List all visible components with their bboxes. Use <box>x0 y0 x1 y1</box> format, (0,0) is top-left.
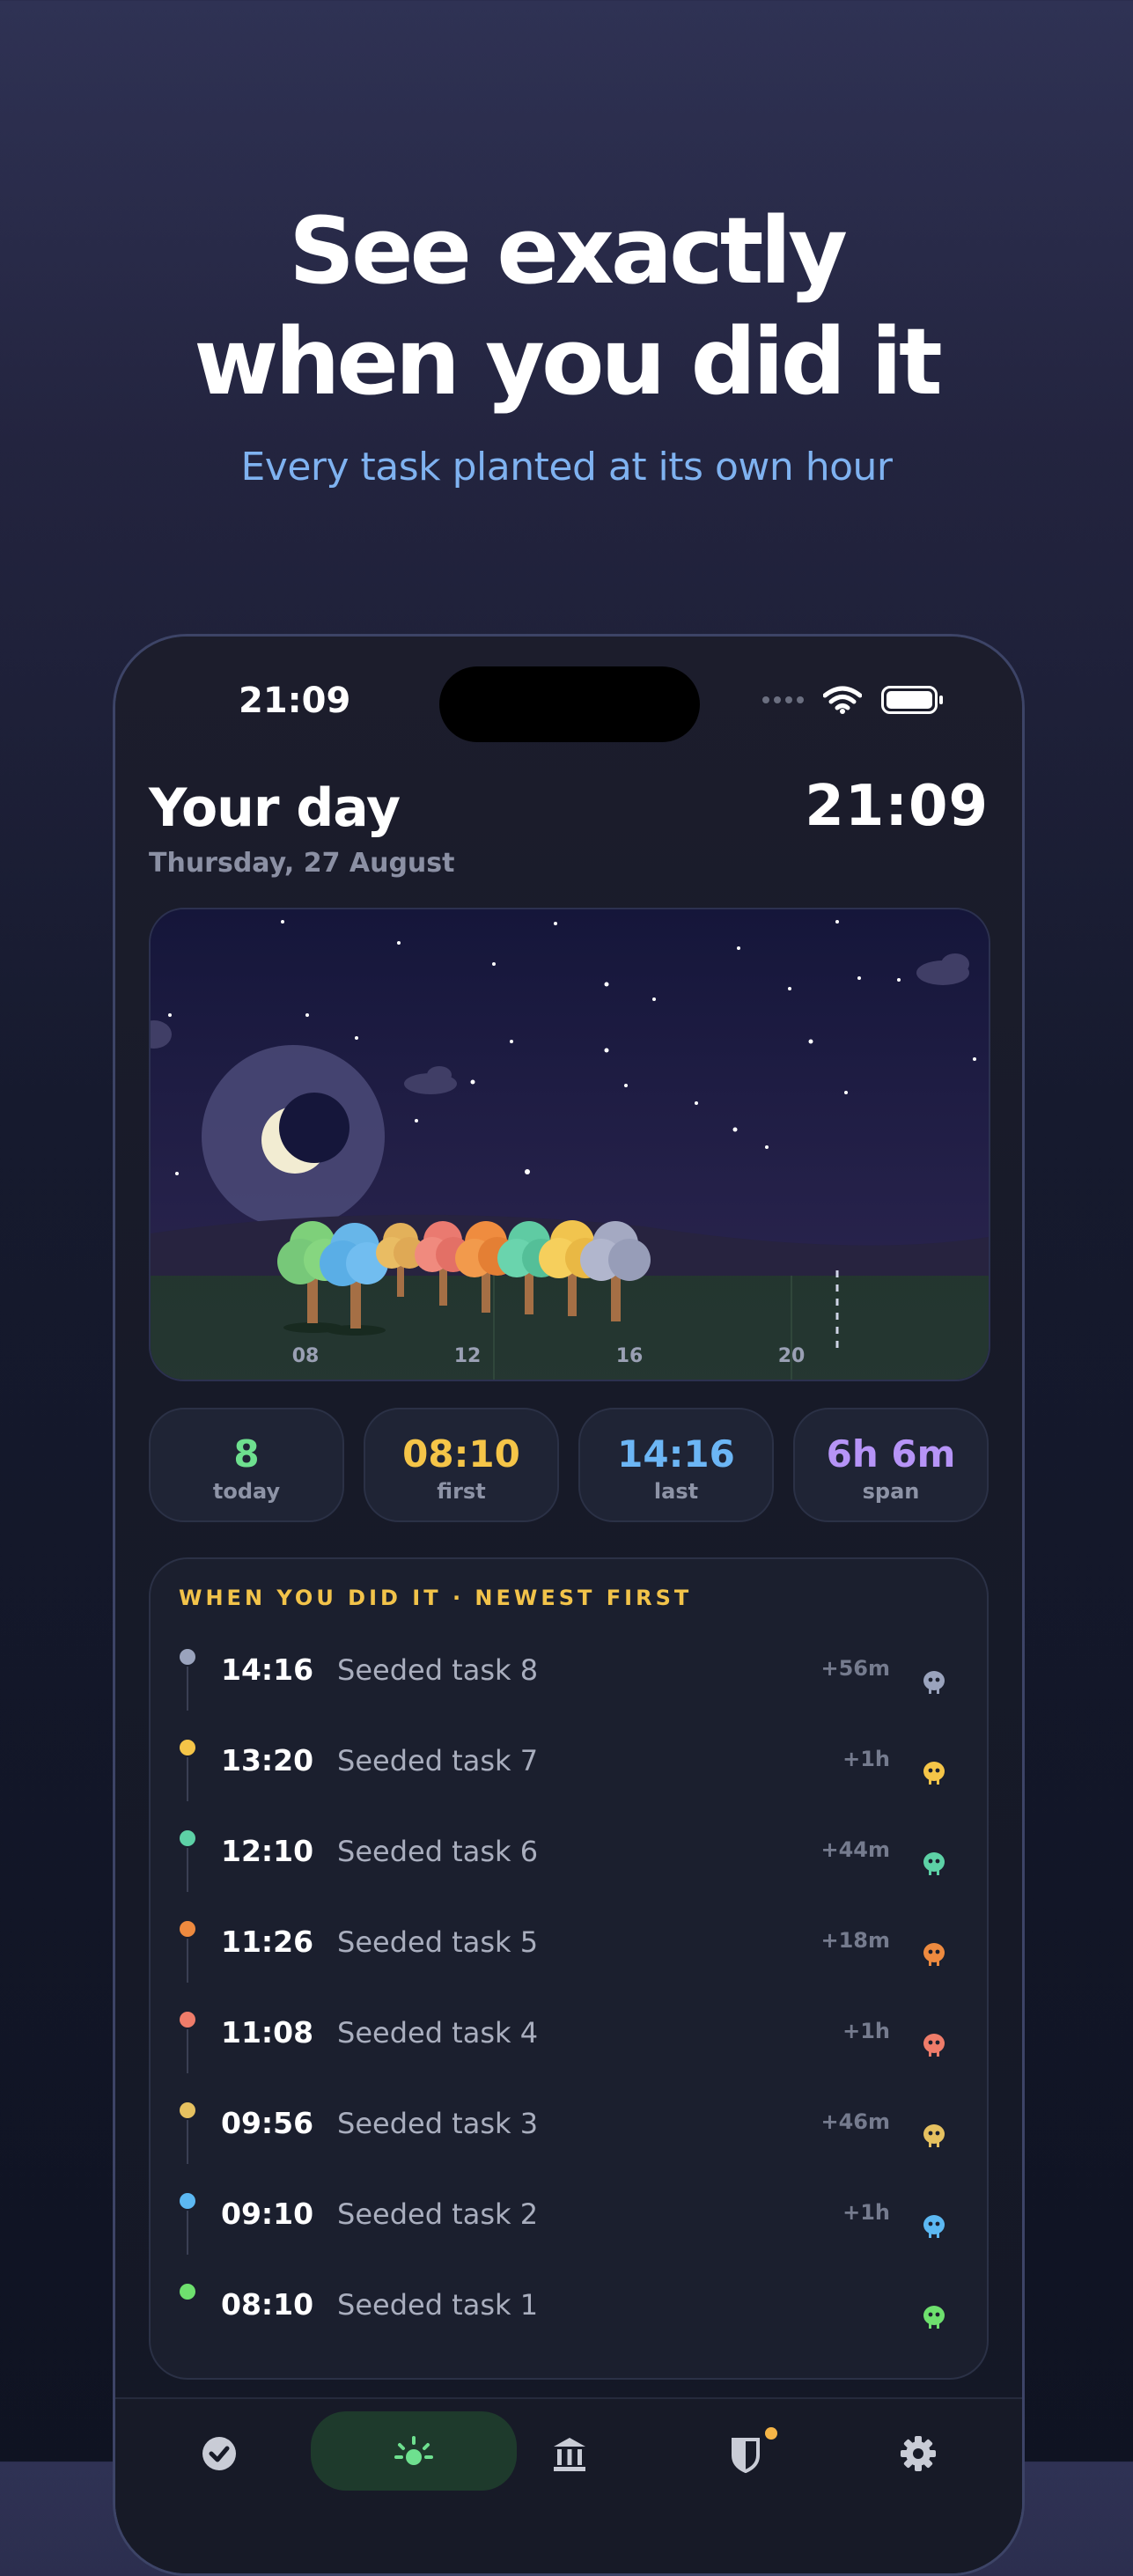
axis-label-12: 12 <box>454 1345 482 1367</box>
tab-bar <box>115 2397 1022 2573</box>
row-time: 09:10 <box>221 2197 314 2231</box>
row-label: Seeded task 2 <box>337 2197 539 2231</box>
stat-label: today <box>212 1479 281 1504</box>
timeline-stem <box>187 1757 188 1801</box>
museum-tab-icon[interactable] <box>550 2434 589 2473</box>
timeline-row[interactable]: 09:10 Seeded task 2 +1h <box>151 2184 987 2275</box>
page-title: Your day <box>149 777 401 839</box>
leaf-creature-icon <box>923 2306 945 2329</box>
timeline-card: WHEN YOU DID IT · NEWEST FIRST 14:16 Seed… <box>149 1557 989 2380</box>
stat-first[interactable]: 08:10 first <box>364 1408 559 1522</box>
stat-today[interactable]: 8 today <box>149 1408 344 1522</box>
timeline-dot <box>180 2102 195 2118</box>
timeline-stem <box>187 1667 188 1711</box>
timeline-row[interactable]: 09:56 Seeded task 3 +46m <box>151 2094 987 2184</box>
timeline-row[interactable]: 11:26 Seeded task 5 +18m <box>151 1912 987 2003</box>
row-label: Seeded task 8 <box>337 1653 539 1687</box>
cloud-creature-icon <box>923 1671 945 1694</box>
timeline-row[interactable]: 11:08 Seeded task 4 +1h <box>151 2003 987 2094</box>
row-label: Seeded task 3 <box>337 2107 539 2140</box>
row-delta: +1h <box>842 2019 890 2043</box>
shield-tab-icon[interactable] <box>726 2434 765 2473</box>
header-clock: 21:09 <box>805 774 989 839</box>
hero-title-line1: See exactly <box>289 197 848 305</box>
wifi-icon <box>823 686 862 714</box>
stat-last[interactable]: 14:16 last <box>578 1408 774 1522</box>
timeline-dot <box>180 1830 195 1846</box>
timeline-stem <box>187 2029 188 2073</box>
row-label: Seeded task 6 <box>337 1835 539 1868</box>
day-scene: 08 12 16 20 <box>149 908 990 1381</box>
timeline-row[interactable]: 13:20 Seeded task 7 +1h <box>151 1731 987 1822</box>
drop-creature-icon <box>923 2215 945 2238</box>
row-delta: +44m <box>820 1837 890 1862</box>
timeline-stem <box>187 2211 188 2255</box>
timeline-dot <box>180 2193 195 2209</box>
row-time: 11:08 <box>221 2015 314 2050</box>
stat-label: span <box>862 1479 920 1504</box>
row-label: Seeded task 7 <box>337 1744 539 1777</box>
sun-tab-icon[interactable] <box>394 2434 433 2473</box>
timeline-dot <box>180 2012 195 2028</box>
check-creature-icon <box>923 2034 945 2057</box>
timeline-stem <box>187 1939 188 1983</box>
timeline-row[interactable]: 14:16 Seeded task 8 +56m <box>151 1640 987 1731</box>
timeline-row[interactable]: 08:10 Seeded task 1 <box>151 2275 987 2366</box>
row-time: 12:10 <box>221 1834 314 1868</box>
timeline-dot <box>180 1740 195 1755</box>
timeline-title: WHEN YOU DID IT · NEWEST FIRST <box>179 1586 693 1610</box>
timeline-dot <box>180 1649 195 1665</box>
timeline-dot <box>180 2284 195 2300</box>
stat-value: 8 <box>233 1432 260 1476</box>
sprout-creature-icon <box>923 1852 945 1875</box>
timeline-stem <box>187 2120 188 2164</box>
timeline-row[interactable]: 12:10 Seeded task 6 +44m <box>151 1822 987 1912</box>
settings-tab-icon[interactable] <box>899 2434 938 2473</box>
page-date: Thursday, 27 August <box>149 848 455 879</box>
stat-label: first <box>437 1479 486 1504</box>
timeline-stem <box>187 1848 188 1892</box>
stat-value: 14:16 <box>617 1432 735 1476</box>
row-time: 13:20 <box>221 1743 314 1777</box>
axis-label-16: 16 <box>616 1345 644 1367</box>
axis-label-20: 20 <box>778 1345 806 1367</box>
bag-creature-icon <box>923 1943 945 1966</box>
stat-value: 08:10 <box>402 1432 520 1476</box>
axis-label-08: 08 <box>292 1345 320 1367</box>
row-time: 08:10 <box>221 2287 314 2322</box>
notification-badge <box>765 2427 777 2440</box>
row-delta: +18m <box>820 1928 890 1953</box>
row-label: Seeded task 1 <box>337 2288 539 2322</box>
status-icons <box>762 682 943 718</box>
battery-icon <box>881 686 943 714</box>
row-label: Seeded task 4 <box>337 2016 539 2050</box>
signal-icon <box>762 696 804 703</box>
book-creature-icon <box>923 2124 945 2147</box>
row-delta: +1h <box>842 2200 890 2225</box>
row-delta: +56m <box>820 1656 890 1681</box>
hero-title-line2: when you did it <box>194 308 943 416</box>
flag-creature-icon <box>923 1762 945 1785</box>
dynamic-island <box>439 666 700 742</box>
stat-label: last <box>653 1479 699 1504</box>
status-time: 21:09 <box>239 681 351 721</box>
row-time: 09:56 <box>221 2106 314 2140</box>
row-time: 11:26 <box>221 1925 314 1959</box>
row-label: Seeded task 5 <box>337 1925 539 1959</box>
stat-value: 6h 6m <box>826 1432 956 1476</box>
stat-span[interactable]: 6h 6m span <box>793 1408 989 1522</box>
row-delta: +46m <box>820 2109 890 2134</box>
phone-frame: 21:09 Your day Thursday, 27 August 21:09 <box>113 634 1025 2576</box>
check-tab-icon[interactable] <box>200 2434 239 2473</box>
stats-row: 8 today 08:10 first 14:16 last 6h 6m spa… <box>149 1408 989 1522</box>
timeline-list: 14:16 Seeded task 8 +56m 13:20 Seeded task 7… <box>151 1640 987 2366</box>
row-time: 14:16 <box>221 1652 314 1687</box>
row-delta: +1h <box>842 1747 890 1771</box>
hero-subtitle: Every task planted at its own hour <box>240 445 893 489</box>
timeline-dot <box>180 1921 195 1937</box>
